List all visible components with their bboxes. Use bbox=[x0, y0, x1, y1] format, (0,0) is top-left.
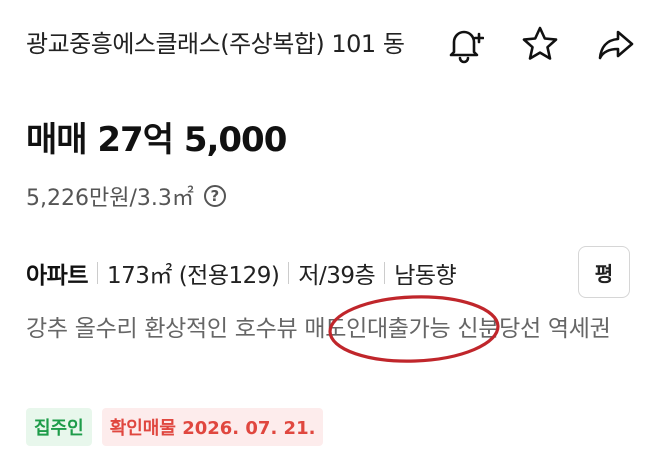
share-arrow-icon bbox=[598, 30, 634, 60]
bell-plus-icon bbox=[449, 30, 484, 64]
header-actions bbox=[440, 20, 640, 68]
owner-tag: 집주인 bbox=[26, 408, 92, 446]
floor: 저/39층 bbox=[298, 263, 376, 289]
area: 173㎡ (전용129) bbox=[106, 263, 280, 289]
unit-price: 5,226만원/3.3㎡ bbox=[26, 186, 194, 211]
listing-description: 강추 올수리 환상적인 호수뷰 매도인대출가능 신분당선 역세권 bbox=[26, 316, 611, 342]
star-icon bbox=[522, 26, 558, 60]
divider bbox=[288, 262, 290, 284]
verified-listing-tag: 확인매물 2026. 07. 21. bbox=[101, 408, 324, 446]
property-type: 아파트 bbox=[26, 263, 88, 289]
divider bbox=[96, 262, 98, 284]
share-button[interactable] bbox=[592, 20, 640, 68]
complex-name: 광교중흥에스클래스(주상복합) 101 동 bbox=[26, 30, 405, 58]
sale-price: 매매 27억 5,000 bbox=[26, 120, 287, 160]
spec-row: 아파트 173㎡ (전용129) 저/39층 남동향 bbox=[26, 256, 457, 290]
question-circle-icon[interactable]: ? bbox=[203, 185, 226, 207]
favorite-button[interactable] bbox=[516, 20, 564, 68]
area-unit-toggle-button[interactable]: 평 bbox=[578, 246, 630, 298]
direction: 남동향 bbox=[394, 263, 457, 289]
alert-button[interactable] bbox=[440, 20, 488, 68]
divider bbox=[384, 262, 386, 284]
unit-price-row: 5,226만원/3.3㎡ ? bbox=[26, 180, 226, 212]
tag-row: 집주인 확인매물 2026. 07. 21. bbox=[26, 408, 324, 446]
